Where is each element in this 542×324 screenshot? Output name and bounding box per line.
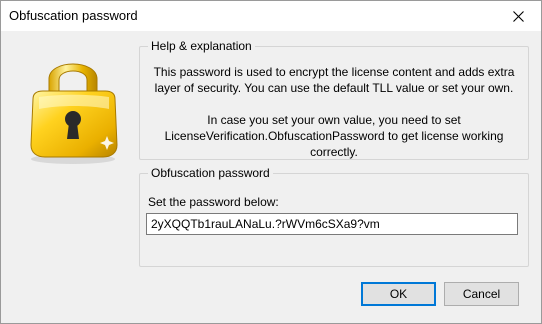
padlock-icon — [30, 63, 118, 164]
obfuscation-password-group: Obfuscation password Set the password be… — [139, 166, 529, 267]
cancel-button[interactable]: Cancel — [444, 282, 519, 306]
help-group-title: Help & explanation — [148, 39, 255, 53]
password-group-title: Obfuscation password — [148, 166, 273, 180]
close-icon — [512, 10, 524, 22]
password-label: Set the password below: — [148, 195, 279, 209]
close-button[interactable] — [495, 1, 541, 31]
dialog-window: Obfuscation password Help & explanation … — [0, 0, 542, 324]
title-bar: Obfuscation password — [1, 1, 541, 31]
help-paragraph-2: In case you set your own value, you need… — [164, 113, 504, 159]
ok-button[interactable]: OK — [361, 282, 436, 306]
help-explanation-group: Help & explanation This password is used… — [139, 39, 529, 160]
password-input[interactable] — [146, 213, 518, 235]
help-paragraph-1: This password is used to encrypt the lic… — [153, 65, 515, 95]
window-title: Obfuscation password — [9, 8, 138, 23]
